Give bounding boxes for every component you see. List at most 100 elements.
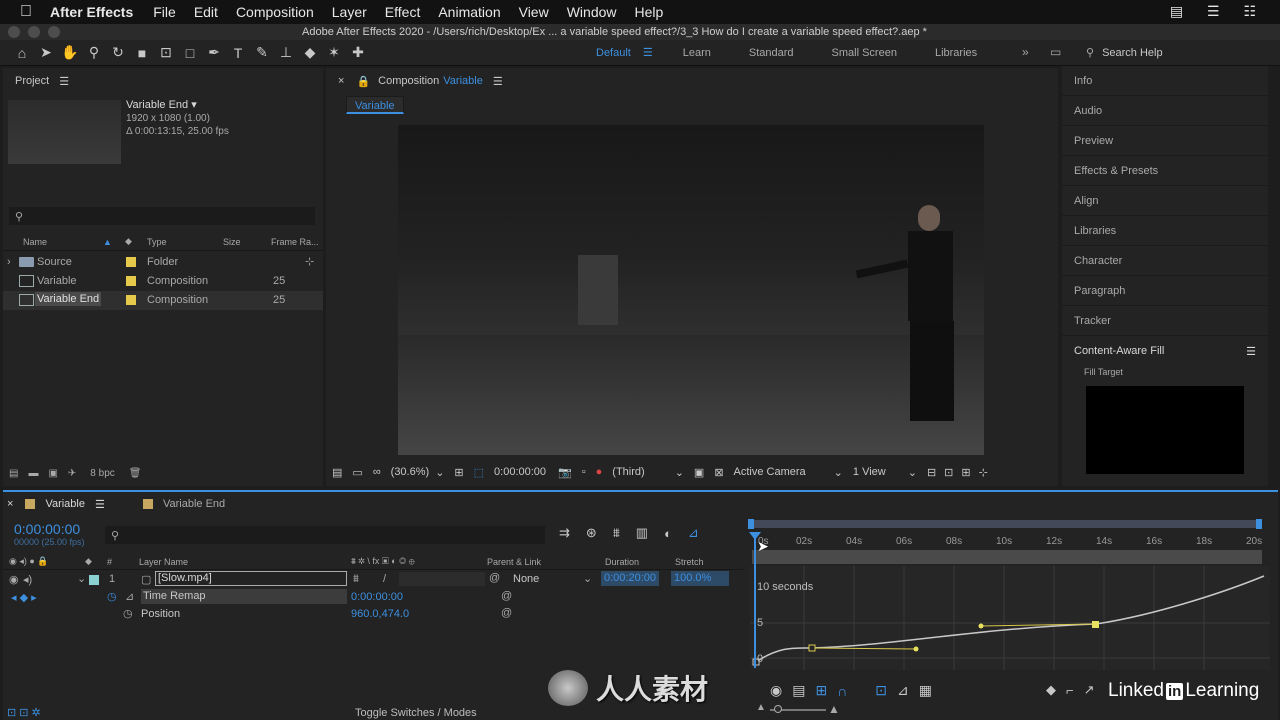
shy-layers-icon[interactable]: ⩩ — [613, 525, 620, 541]
new-composition-icon[interactable]: ▣ — [48, 468, 57, 479]
workspace-small-screen[interactable]: Small Screen — [832, 47, 897, 59]
project-item-source[interactable]: › Source Folder ⊹ — [3, 253, 323, 272]
timeline-tab-variable-end[interactable]: Variable End — [143, 495, 225, 513]
lock-icon[interactable]: 🔒 — [356, 75, 370, 88]
draft-3d-icon[interactable]: ⊛ — [586, 525, 597, 541]
expression-pick-whip-icon[interactable]: @ — [501, 607, 512, 619]
stretch-header[interactable]: Stretch — [675, 557, 704, 567]
footer-icons[interactable]: ⊡ ⊡ ✲ — [7, 706, 41, 719]
home-icon[interactable]: ⌂ — [10, 42, 34, 64]
workspace-standard[interactable]: Standard — [749, 47, 794, 59]
layer-name-header[interactable]: Layer Name — [139, 557, 188, 567]
zoom-out-icon[interactable]: ▲ — [756, 702, 766, 713]
switch-boxes[interactable] — [399, 572, 485, 586]
current-time-display[interactable]: 0:00:00:00 — [494, 466, 546, 478]
menu-window[interactable]: Window — [567, 4, 617, 20]
workspace-default[interactable]: Default — [596, 47, 631, 59]
close-tab-icon[interactable]: × — [338, 75, 344, 87]
fit-selection-icon[interactable]: ⊡ — [875, 682, 887, 699]
workspace-libraries[interactable]: Libraries — [935, 47, 977, 59]
timeline-current-time[interactable]: 0:00:00:00 — [14, 521, 80, 537]
label-color-swatch[interactable] — [89, 575, 99, 585]
work-area-end-handle[interactable] — [1256, 519, 1262, 529]
view-layout-dropdown[interactable]: 1 View — [853, 466, 886, 478]
panel-menu-icon[interactable]: ☰ — [1246, 345, 1256, 358]
composition-viewer[interactable] — [398, 125, 984, 455]
snap-icon[interactable]: ∩ — [837, 683, 847, 699]
zoom-slider[interactable]: ▲ ▲ — [756, 702, 840, 716]
zoom-window-button[interactable] — [48, 26, 60, 38]
hand-tool-icon[interactable]: ✋ — [58, 42, 82, 64]
zoom-tool-icon[interactable]: ⚲ — [82, 42, 106, 64]
close-window-button[interactable] — [8, 26, 20, 38]
interpret-footage-icon[interactable]: ▤ — [9, 468, 18, 479]
toggle-switches-modes[interactable]: Toggle Switches / Modes — [355, 707, 477, 719]
property-value[interactable]: 960.0,474.0 — [351, 608, 409, 620]
sync-settings-icon[interactable]: ▭ — [1050, 45, 1061, 59]
panel-align[interactable]: Align — [1062, 186, 1268, 216]
layer-duration[interactable]: 0:00:20:00 — [601, 571, 659, 586]
layer-stretch[interactable]: 100.0% — [671, 571, 729, 586]
eye-icon[interactable]: ◉ — [9, 573, 19, 586]
collapse-arrow-icon[interactable]: ⌄ — [77, 572, 86, 585]
project-search-input[interactable]: ⚲ — [9, 207, 315, 225]
panel-audio[interactable]: Audio — [1062, 96, 1268, 126]
menu-edit[interactable]: Edit — [194, 4, 218, 20]
more-workspaces-icon[interactable]: » — [1022, 45, 1029, 59]
trash-icon[interactable]: 🗑 — [129, 468, 142, 479]
motion-blur-icon[interactable]: ◐ — [664, 526, 672, 541]
brush-tool-icon[interactable]: ✎ — [250, 42, 274, 64]
expression-pick-whip-icon[interactable]: @ — [501, 590, 512, 602]
graph-type-icon[interactable]: ▤ — [792, 682, 805, 699]
zoom-in-icon[interactable]: ▲ — [828, 702, 840, 716]
stopwatch-icon[interactable]: ◷ — [123, 607, 133, 620]
work-area-start-handle[interactable] — [748, 519, 754, 529]
flowchart-icon[interactable]: ⊹ — [305, 255, 314, 268]
project-item-variable[interactable]: Variable Composition 25 — [3, 272, 323, 291]
grid-guides-icon[interactable]: ⊞ — [454, 466, 463, 479]
eraser-tool-icon[interactable]: ◆ — [298, 42, 322, 64]
menu-file[interactable]: File — [153, 4, 176, 20]
menu-composition[interactable]: Composition — [236, 4, 314, 20]
zoom-dropdown[interactable]: (30.6%) — [391, 466, 430, 478]
col-type[interactable]: Type — [147, 237, 167, 247]
comp-flowchart-icon[interactable]: ⇉ — [559, 525, 570, 541]
rotate-tool-icon[interactable]: ↻ — [106, 42, 130, 64]
quality-switch-icon[interactable]: / — [383, 573, 386, 585]
audio-icon[interactable]: ◂) — [23, 573, 32, 586]
convert-hold-icon[interactable]: ⌐ — [1066, 683, 1074, 698]
bit-depth-label[interactable]: 8 bpc — [90, 468, 114, 479]
toggle-pixel-aspect-icon[interactable]: ⊟ — [927, 466, 936, 479]
col-name[interactable]: Name — [23, 237, 47, 247]
current-time-indicator[interactable] — [754, 532, 756, 668]
minimize-window-button[interactable] — [28, 26, 40, 38]
layer-name[interactable]: [Slow.mp4] — [155, 571, 347, 586]
label-color-swatch[interactable] — [126, 276, 136, 286]
pan-behind-tool-icon[interactable]: ⊡ — [154, 42, 178, 64]
graph-toggle-icon[interactable]: ⊿ — [125, 590, 134, 603]
label-column-icon[interactable]: ◆ — [125, 236, 132, 247]
puppet-tool-icon[interactable]: ✚ — [346, 42, 370, 64]
timeline-tab-variable[interactable]: × Variable ☰ — [7, 495, 105, 513]
apple-icon[interactable]:  — [20, 3, 32, 21]
panel-tracker[interactable]: Tracker — [1062, 306, 1268, 336]
duration-header[interactable]: Duration — [605, 557, 639, 567]
roto-brush-tool-icon[interactable]: ✶ — [322, 42, 346, 64]
flowchart-icon[interactable]: ⊹ — [979, 466, 988, 479]
clone-stamp-tool-icon[interactable]: ⊥ — [274, 42, 298, 64]
always-preview-icon[interactable]: ▤ — [332, 466, 342, 479]
menu-animation[interactable]: Animation — [438, 4, 500, 20]
property-value[interactable]: 0:00:00:00 — [351, 591, 403, 603]
camera-tool-icon[interactable]: ■ — [130, 42, 154, 64]
transparency-grid-icon[interactable]: ⊠ — [714, 466, 723, 479]
selected-item-name[interactable]: Variable End ▾ — [126, 99, 229, 112]
keyframe-nav-icon[interactable]: ◂ ◆ ▸ — [11, 591, 37, 604]
panel-effects-presets[interactable]: Effects & Presets — [1062, 156, 1268, 186]
property-row-position[interactable]: ◷ Position 960.0,474.0 @ — [3, 606, 743, 623]
convert-auto-bezier-icon[interactable]: ↗ — [1084, 682, 1095, 698]
snapshot-icon[interactable]: 📷 — [558, 466, 572, 479]
panel-content-aware-fill[interactable]: Content-Aware Fill ☰ — [1062, 336, 1268, 366]
fit-all-icon[interactable]: ⊿ — [897, 682, 909, 699]
panel-menu-icon[interactable]: ☰ — [493, 75, 503, 88]
status-icons[interactable]: ▤ ☰ ☷ — [1170, 3, 1266, 20]
